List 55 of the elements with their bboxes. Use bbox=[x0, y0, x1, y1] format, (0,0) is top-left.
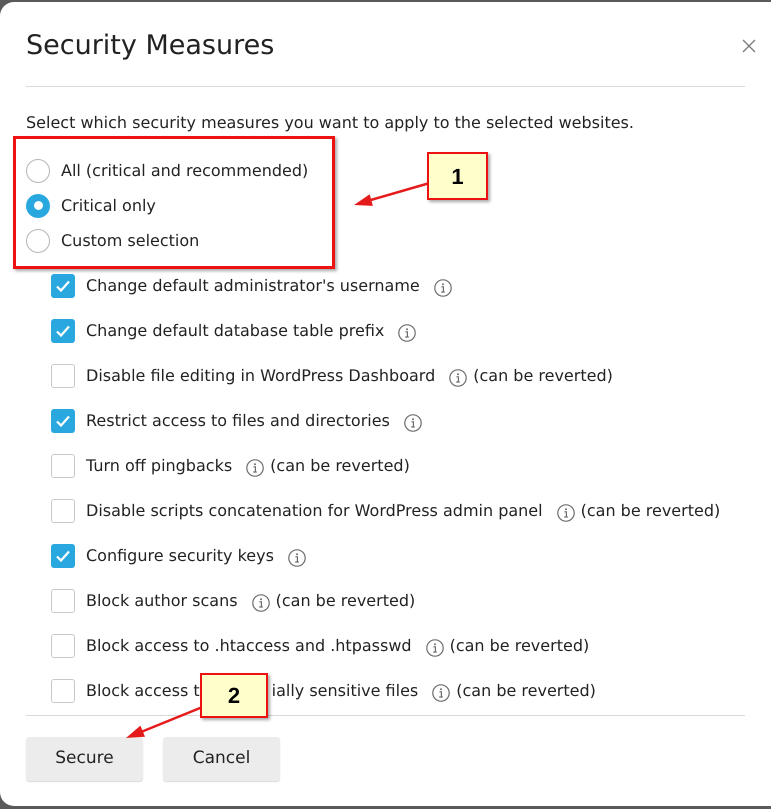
checkbox[interactable] bbox=[51, 274, 75, 298]
checkbox[interactable] bbox=[51, 364, 75, 388]
checkbox[interactable] bbox=[51, 679, 75, 703]
check-icon bbox=[55, 549, 71, 563]
secure-button[interactable]: Secure bbox=[26, 737, 143, 781]
measure-label: Restrict access to files and directories bbox=[86, 410, 390, 432]
checkbox[interactable] bbox=[51, 319, 75, 343]
cancel-button[interactable]: Cancel bbox=[163, 737, 280, 781]
checkbox[interactable] bbox=[51, 544, 75, 568]
measure-label: Change default administrator's username bbox=[86, 275, 420, 297]
info-icon[interactable] bbox=[432, 684, 450, 702]
measure-label: Disable file editing in WordPress Dashboard bbox=[86, 365, 436, 387]
revert-note: (can be reverted) bbox=[270, 455, 410, 477]
callout-box: 2 bbox=[200, 673, 268, 718]
info-icon[interactable] bbox=[556, 504, 575, 522]
radio-button[interactable] bbox=[26, 228, 50, 252]
info-icon[interactable] bbox=[398, 324, 416, 342]
measure-label: Change default database table prefix bbox=[86, 320, 384, 342]
checkbox[interactable] bbox=[51, 499, 75, 523]
info-icon[interactable] bbox=[434, 279, 452, 297]
check-icon bbox=[55, 279, 71, 293]
info-icon[interactable] bbox=[252, 594, 270, 612]
measure-label: Disable scripts concatenation for WordPress admin panel bbox=[86, 500, 543, 522]
option-label[interactable]: All (critical and recommended) bbox=[61, 160, 308, 182]
measure-label: Block access t bbox=[86, 680, 200, 702]
radio-button[interactable] bbox=[26, 158, 50, 182]
checkbox[interactable] bbox=[51, 409, 75, 433]
callout-box: 1 bbox=[427, 152, 488, 200]
info-icon[interactable] bbox=[404, 414, 422, 432]
check-icon bbox=[55, 414, 71, 428]
option-label[interactable]: Custom selection bbox=[61, 230, 200, 252]
description-text: Select which security measures you want to apply to the selected websites. bbox=[26, 112, 634, 134]
revert-note: (can be reverted) bbox=[456, 680, 596, 702]
measure-label: Turn off pingbacks bbox=[86, 455, 232, 477]
close-button[interactable] bbox=[740, 37, 758, 55]
radio-button[interactable] bbox=[26, 194, 50, 218]
revert-note: (can be reverted) bbox=[580, 500, 720, 522]
option-label[interactable]: Critical only bbox=[61, 194, 156, 216]
measure-label: Block author scans bbox=[86, 590, 238, 612]
close-icon bbox=[742, 39, 756, 53]
measure-label: Configure security keys bbox=[86, 545, 274, 567]
checkbox[interactable] bbox=[51, 634, 75, 658]
measure-label: Block access to .htaccess and .htpasswd bbox=[86, 635, 412, 657]
checkbox[interactable] bbox=[51, 589, 75, 613]
info-icon[interactable] bbox=[426, 639, 444, 657]
revert-note: (can be reverted) bbox=[450, 635, 590, 657]
measure-label: ially sensitive files bbox=[272, 680, 418, 702]
info-icon[interactable] bbox=[288, 549, 306, 567]
info-icon[interactable] bbox=[449, 369, 468, 387]
revert-note: (can be reverted) bbox=[276, 590, 416, 612]
dialog-title: Security Measures bbox=[26, 29, 274, 63]
info-icon[interactable] bbox=[246, 459, 264, 477]
checkbox[interactable] bbox=[51, 454, 75, 478]
revert-note: (can be reverted) bbox=[473, 365, 613, 387]
check-icon bbox=[55, 324, 71, 338]
